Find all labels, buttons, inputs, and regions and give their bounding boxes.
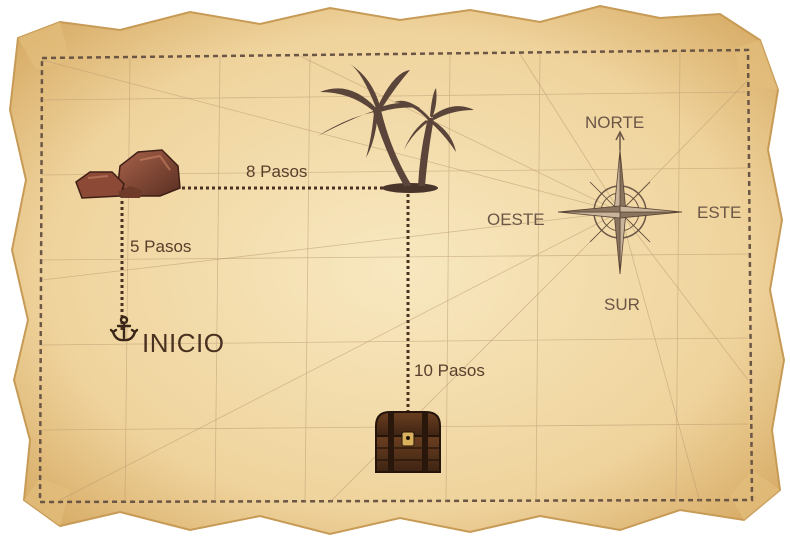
treasure-chest-icon bbox=[375, 411, 441, 473]
compass-label-west: OESTE bbox=[487, 210, 545, 229]
compass-label-north: NORTE bbox=[585, 113, 645, 132]
start-label: INICIO bbox=[142, 328, 225, 358]
steps-label-east: 8 Pasos bbox=[246, 162, 308, 181]
compass-label-south: SUR bbox=[604, 295, 640, 314]
compass-label-east: ESTE bbox=[697, 203, 742, 222]
steps-label-north: 5 Pasos bbox=[130, 237, 192, 256]
parchment-canvas bbox=[8, 4, 786, 536]
steps-label-south: 10 Pasos bbox=[414, 361, 485, 380]
treasure-map: 5 Pasos 8 Pasos 10 Pasos INICIO NORTE SU… bbox=[0, 0, 790, 540]
